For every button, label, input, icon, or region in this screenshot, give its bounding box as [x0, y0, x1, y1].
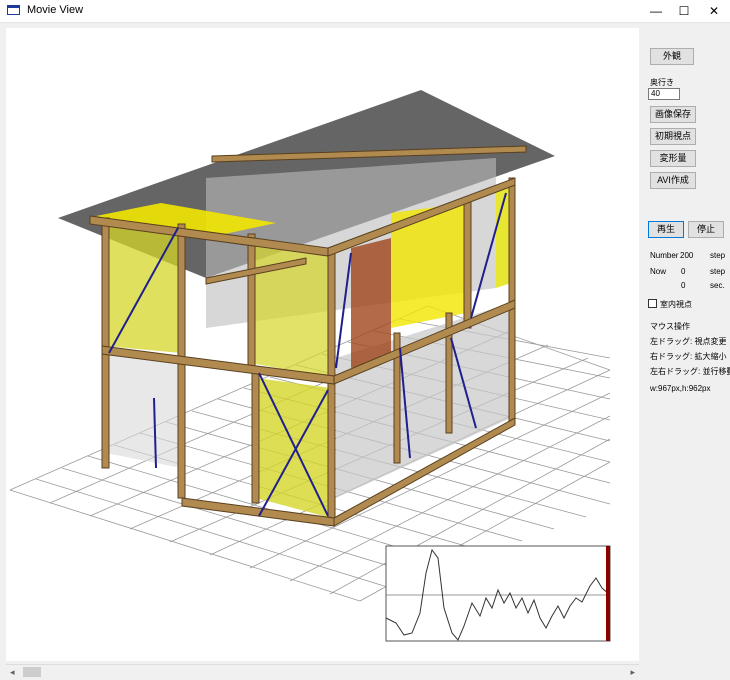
maximize-icon[interactable]: ☐ — [668, 0, 700, 22]
scroll-right-arrow-icon[interactable]: ▸ — [630, 667, 635, 678]
indoor-view-label: 室内視点 — [660, 300, 692, 309]
depth-label: 奥行き — [650, 78, 674, 87]
now-value: 0 — [681, 267, 686, 276]
size-info: w:967px,h:962px — [650, 384, 711, 393]
number-label: Number — [650, 251, 679, 260]
now-unit: step — [710, 267, 726, 276]
window-title: Movie View — [27, 4, 84, 16]
mouse-ops-label: マウス操作 — [650, 322, 690, 331]
now-label: Now — [650, 267, 667, 276]
save-image-button[interactable]: 画像保存 — [650, 106, 696, 123]
scroll-left-arrow-icon[interactable]: ◂ — [10, 667, 15, 678]
orange-interior-wall — [351, 238, 391, 368]
title-bar: Movie View — ☐ ✕ — [0, 0, 730, 23]
left-wall-lower — [106, 348, 181, 468]
exterior-button[interactable]: 外観 — [650, 48, 694, 65]
control-panel: 外観 奥行き 40 画像保存 初期視点 変形量 AVI作成 再生 停止 Numb… — [640, 28, 730, 661]
deformation-button[interactable]: 変形量 — [650, 150, 696, 167]
avi-create-button[interactable]: AVI作成 — [650, 172, 696, 189]
checkbox-icon[interactable] — [648, 299, 657, 308]
3d-model-viewport[interactable] — [6, 28, 639, 661]
horizontal-scrollbar[interactable]: ◂ ▸ — [6, 664, 639, 679]
right-drag-help: 右ドラッグ: 拡大縮小 — [650, 352, 727, 361]
stop-button[interactable]: 停止 — [688, 221, 724, 238]
time-unit: sec. — [710, 281, 725, 290]
number-unit: step — [710, 251, 726, 260]
depth-input[interactable]: 40 — [648, 88, 680, 100]
yellow-panel-upper-mid — [251, 238, 331, 378]
waveform-graph — [385, 545, 611, 642]
scroll-thumb[interactable] — [23, 667, 41, 677]
initial-view-button[interactable]: 初期視点 — [650, 128, 696, 145]
time-value: 0 — [681, 281, 686, 290]
app-window-icon — [7, 5, 20, 15]
left-drag-help: 左ドラッグ: 視点変更 — [650, 337, 727, 346]
close-icon[interactable]: ✕ — [698, 0, 730, 22]
number-value: 200 — [680, 251, 694, 260]
play-button[interactable]: 再生 — [648, 221, 684, 238]
both-drag-help: 左右ドラッグ: 並行移動 — [650, 367, 730, 376]
